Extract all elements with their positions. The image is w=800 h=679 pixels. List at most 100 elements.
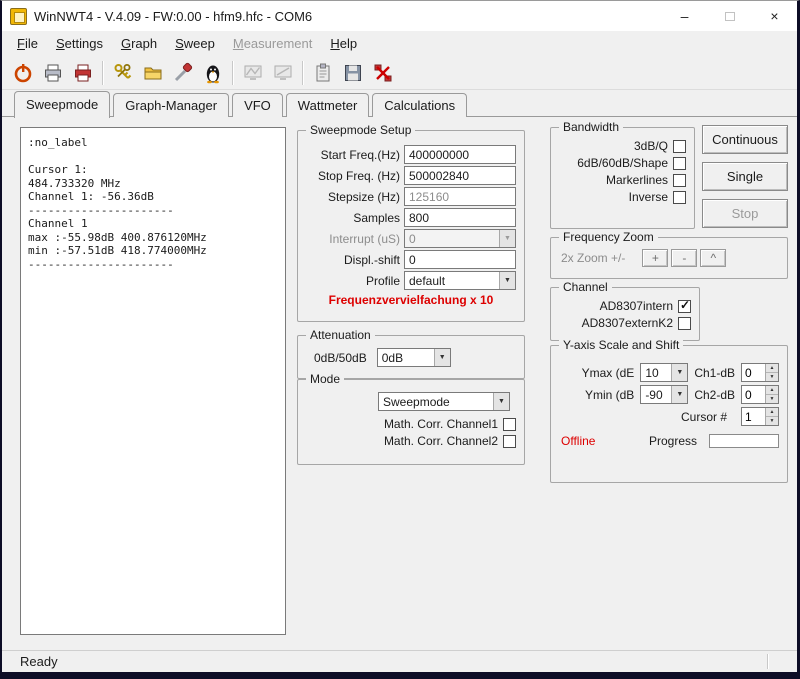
- printer-red-icon: [72, 62, 94, 84]
- group-title: Channel: [559, 280, 612, 294]
- chevron-down-icon: ▼: [499, 230, 515, 247]
- progress-bar: [709, 434, 779, 448]
- toolbar-display-sweep-button: [238, 59, 268, 87]
- status-text: Ready: [20, 654, 58, 669]
- spin-down-icon[interactable]: ▼: [766, 394, 778, 403]
- spin-down-icon[interactable]: ▼: [766, 372, 778, 381]
- zoom-out-button[interactable]: -: [671, 249, 697, 267]
- cursor-number-label: Cursor #: [681, 410, 727, 424]
- profile-label: Profile: [366, 274, 400, 288]
- toolbar-save-button[interactable]: [338, 59, 368, 87]
- chevron-down-icon: ▼: [493, 393, 509, 410]
- group-title: Bandwidth: [559, 120, 623, 134]
- keys-icon: [112, 62, 134, 84]
- ch2-db-value: 0: [742, 386, 765, 403]
- math-corr-ch2-checkbox[interactable]: [503, 435, 516, 448]
- chevron-down-icon: ▼: [671, 386, 687, 403]
- ch1-db-spinner[interactable]: 0 ▲▼: [741, 363, 779, 382]
- menu-bar: File Settings Graph Sweep Measurement He…: [2, 31, 797, 56]
- single-button[interactable]: Single: [702, 162, 788, 191]
- stop-freq-input[interactable]: 500002840: [404, 166, 516, 185]
- displ-shift-input[interactable]: 0: [404, 250, 516, 269]
- start-freq-input[interactable]: 400000000: [404, 145, 516, 164]
- tab-strip: Sweepmode Graph-Manager VFO Wattmeter Ca…: [2, 90, 797, 117]
- toolbar-linux-button[interactable]: [198, 59, 228, 87]
- attenuation-value: 0dB: [378, 351, 434, 365]
- zoom-in-button[interactable]: +: [642, 249, 668, 267]
- spin-up-icon[interactable]: ▲: [766, 408, 778, 416]
- toolbar-display-edit-button: [268, 59, 298, 87]
- chevron-down-icon: ▼: [499, 272, 515, 289]
- ch2-db-spinner[interactable]: 0 ▲▼: [741, 385, 779, 404]
- toolbar-disconnect-button[interactable]: [368, 59, 398, 87]
- spin-down-icon[interactable]: ▼: [766, 416, 778, 425]
- toolbar-open-button[interactable]: [138, 59, 168, 87]
- power-icon: [12, 62, 34, 84]
- mode-group: Mode Sweepmode ▼ Math. Corr. Channel1 Ma…: [297, 379, 525, 465]
- samples-input[interactable]: 800: [404, 208, 516, 227]
- tab-graph-manager[interactable]: Graph-Manager: [113, 93, 229, 117]
- spin-up-icon[interactable]: ▲: [766, 386, 778, 394]
- toolbar-power-button[interactable]: [8, 59, 38, 87]
- ymax-dropdown[interactable]: 10 ▼: [640, 363, 688, 382]
- interrupt-value: 0: [405, 232, 499, 246]
- markerlines-label: Markerlines: [606, 173, 668, 187]
- toolbar-separator: [102, 61, 104, 85]
- yaxis-group: Y-axis Scale and Shift Ymax (dE 10 ▼ Ch1…: [550, 345, 788, 483]
- ad8307-extern-checkbox[interactable]: [678, 317, 691, 330]
- spin-up-icon[interactable]: ▲: [766, 364, 778, 372]
- tab-vfo[interactable]: VFO: [232, 93, 283, 117]
- toolbar-print-button[interactable]: [38, 59, 68, 87]
- measurement-info-panel: :no_label Cursor 1: 484.733320 MHz Chann…: [20, 127, 286, 635]
- chevron-down-icon: ▼: [671, 364, 687, 381]
- app-window: WinNWT4 - V.4.09 - FW:0.00 - hfm9.hfc - …: [0, 0, 800, 672]
- zoom-reset-button[interactable]: ^: [700, 249, 726, 267]
- cursor-number-spinner[interactable]: 1 ▲▼: [741, 407, 779, 426]
- bw-3db-checkbox[interactable]: [673, 140, 686, 153]
- menu-help[interactable]: Help: [321, 33, 366, 54]
- tab-sweepmode[interactable]: Sweepmode: [14, 91, 110, 118]
- tab-calculations[interactable]: Calculations: [372, 93, 467, 117]
- tab-wattmeter[interactable]: Wattmeter: [286, 93, 369, 117]
- offline-status: Offline: [561, 434, 595, 448]
- status-bar: Ready: [2, 650, 797, 672]
- ad8307-extern-label: AD8307externK2: [582, 316, 673, 330]
- markerlines-checkbox[interactable]: [673, 174, 686, 187]
- ch1-db-label: Ch1-dB: [694, 366, 735, 380]
- menu-file[interactable]: File: [8, 33, 47, 54]
- folder-icon: [142, 62, 164, 84]
- toolbar-print-red-button[interactable]: [68, 59, 98, 87]
- frequency-zoom-group: Frequency Zoom 2x Zoom +/- + - ^: [550, 237, 788, 279]
- toolbar-tools-button[interactable]: [168, 59, 198, 87]
- toolbar-separator: [232, 61, 234, 85]
- bw-6db-checkbox[interactable]: [673, 157, 686, 170]
- sweepmode-setup-group: Sweepmode Setup Start Freq.(Hz) 40000000…: [297, 130, 525, 322]
- penguin-icon: [202, 62, 224, 84]
- toolbar-calibrate-button[interactable]: [108, 59, 138, 87]
- samples-label: Samples: [353, 211, 400, 225]
- stepsize-label: Stepsize (Hz): [328, 190, 400, 204]
- attenuation-dropdown[interactable]: 0dB ▼: [377, 348, 451, 367]
- menu-sweep[interactable]: Sweep: [166, 33, 224, 54]
- titlebar: WinNWT4 - V.4.09 - FW:0.00 - hfm9.hfc - …: [2, 1, 797, 31]
- profile-dropdown[interactable]: default ▼: [404, 271, 516, 290]
- ymin-value: -90: [641, 388, 671, 402]
- close-button[interactable]: ×: [752, 1, 797, 31]
- screwdriver-icon: [172, 62, 194, 84]
- maximize-button[interactable]: [707, 1, 752, 31]
- toolbar-clipboard-button[interactable]: [308, 59, 338, 87]
- disconnect-icon: [372, 62, 394, 84]
- mode-dropdown[interactable]: Sweepmode ▼: [378, 392, 510, 411]
- minimize-button[interactable]: –: [662, 1, 707, 31]
- interrupt-dropdown: 0 ▼: [404, 229, 516, 248]
- group-title: Mode: [306, 372, 344, 386]
- menu-graph[interactable]: Graph: [112, 33, 166, 54]
- menu-settings[interactable]: Settings: [47, 33, 112, 54]
- math-corr-ch1-checkbox[interactable]: [503, 418, 516, 431]
- ymin-dropdown[interactable]: -90 ▼: [640, 385, 688, 404]
- menu-measurement: Measurement: [224, 33, 322, 54]
- ad8307-intern-checkbox[interactable]: [678, 300, 691, 313]
- inverse-checkbox[interactable]: [673, 191, 686, 204]
- interrupt-label: Interrupt (uS): [329, 232, 400, 246]
- continuous-button[interactable]: Continuous: [702, 125, 788, 154]
